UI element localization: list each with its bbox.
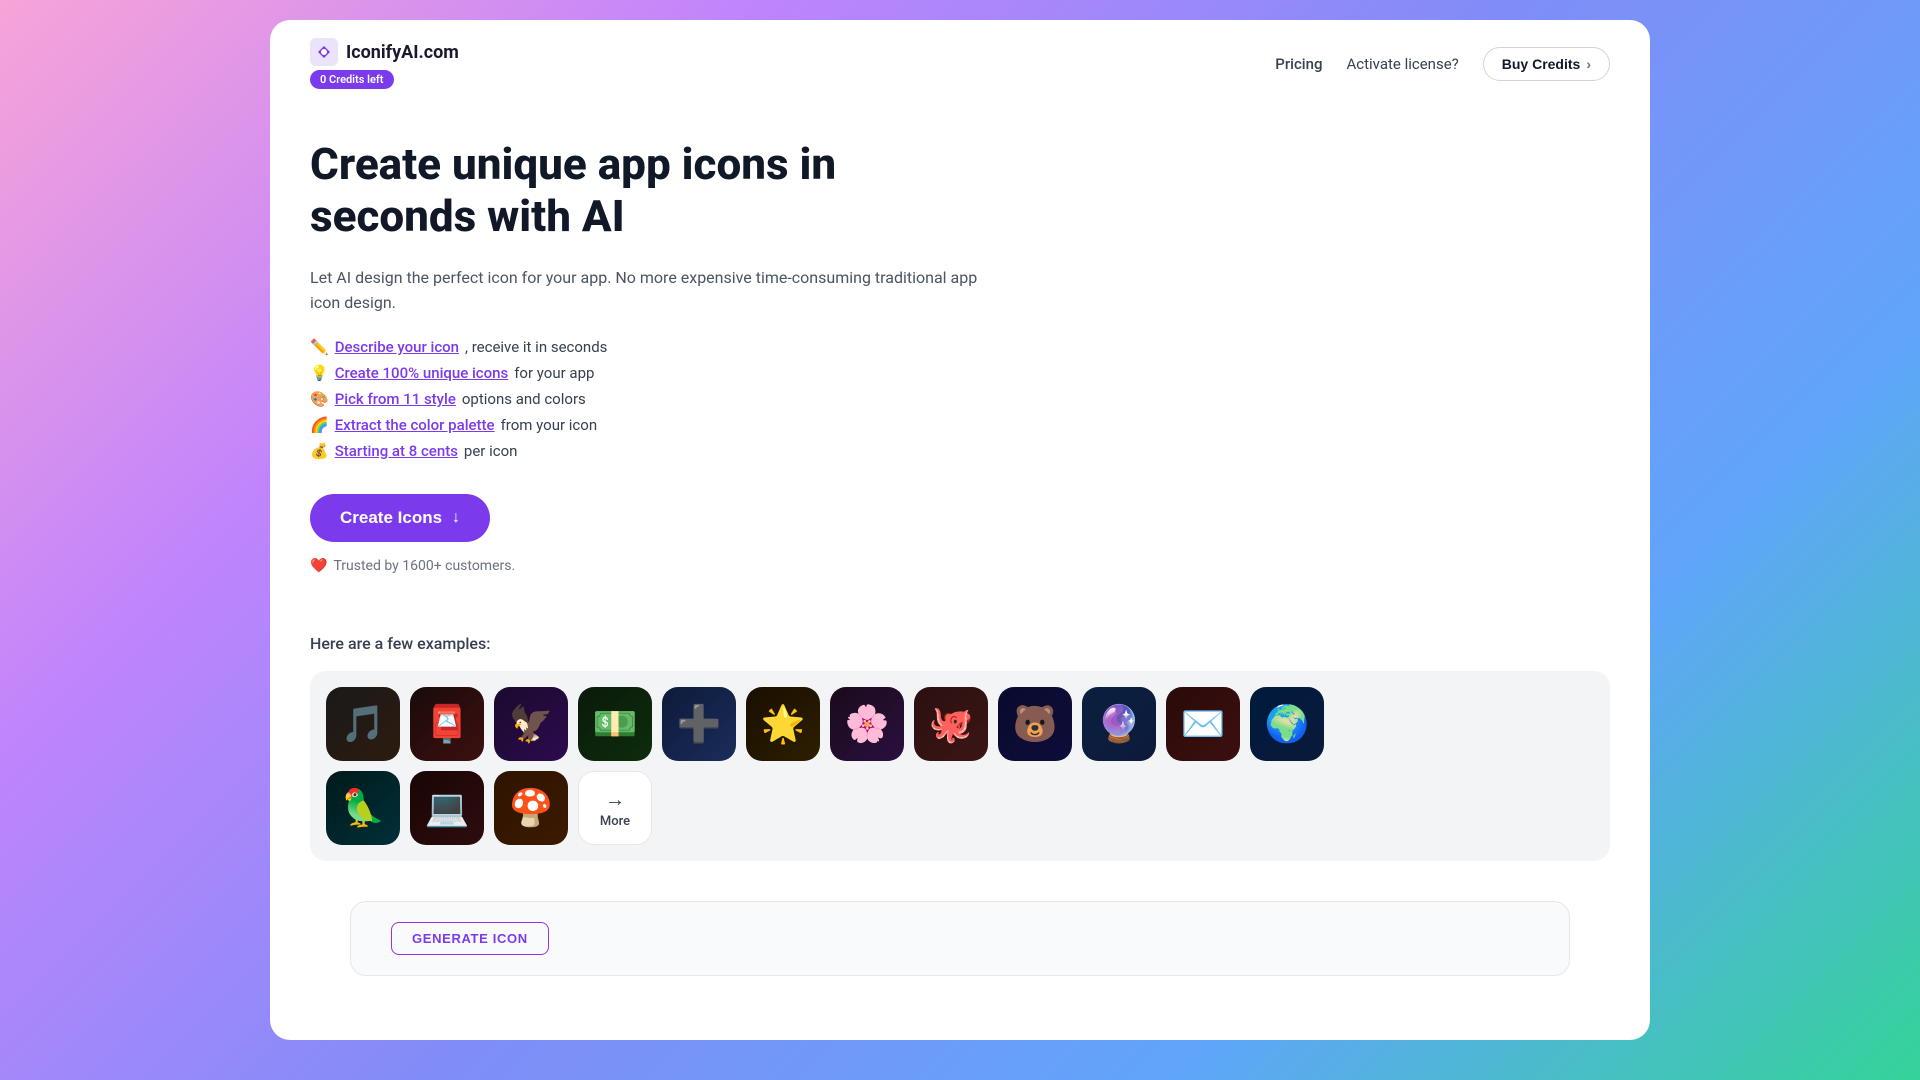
icon-mushroom[interactable]: 🍄 [494,771,568,845]
hero-subtitle: Let AI design the perfect icon for your … [310,265,990,316]
generate-icon-button[interactable]: GENERATE ICON [391,922,549,955]
feature-item-price: 💰 Starting at 8 cents per icon [310,442,990,460]
feature-item-unique: 💡 Create 100% unique icons for your app [310,364,990,382]
icon-bird2[interactable]: 🦜 [326,771,400,845]
more-label: More [600,814,630,829]
feature-item-describe: ✏️ Describe your icon , receive it in se… [310,338,990,356]
create-icons-button[interactable]: Create Icons ↓ [310,494,490,542]
icon-mail[interactable]: ✉️ [1166,687,1240,761]
activate-link[interactable]: Activate license? [1346,55,1458,73]
describe-link[interactable]: Describe your icon [335,338,459,356]
price-link[interactable]: Starting at 8 cents [335,442,458,460]
generate-section-wrap: GENERATE ICON [270,881,1650,996]
icon-bird[interactable]: 🦅 [494,687,568,761]
arrow-down-icon: ↓ [452,509,460,527]
pricing-link[interactable]: Pricing [1275,55,1322,73]
feature-list: ✏️ Describe your icon , receive it in se… [310,338,990,460]
examples-section: Here are a few examples: 🎵 📮 🦅 💵 ➕ 🌟 🌸 🐙… [270,604,1650,881]
examples-title: Here are a few examples: [310,634,1610,653]
style-link[interactable]: Pick from 11 style [335,390,456,408]
main-card: IconifyAI.com 0 Credits left Pricing Act… [270,20,1650,1040]
feature-item-palette: 🌈 Extract the color palette from your ic… [310,416,990,434]
hero-title: Create unique app icons in seconds with … [310,139,990,243]
logo-text: IconifyAI.com [346,42,459,63]
hero-section: Create unique app icons in seconds with … [270,89,1030,604]
icon-money[interactable]: 💵 [578,687,652,761]
heart-icon: ❤️ [310,558,327,574]
unique-link[interactable]: Create 100% unique icons [335,364,509,382]
arrow-right-icon: → [605,787,625,812]
icons-row-1: 🎵 📮 🦅 💵 ➕ 🌟 🌸 🐙 🐻 🔮 ✉️ 🌍 [326,687,1594,761]
icon-stamp[interactable]: 📮 [410,687,484,761]
header: IconifyAI.com 0 Credits left Pricing Act… [270,20,1650,89]
icon-music[interactable]: 🎵 [326,687,400,761]
buy-credits-button[interactable]: Buy Credits › [1483,47,1610,81]
logo-icon [310,38,338,66]
icon-blue-crystal[interactable]: 🔮 [1082,687,1156,761]
trusted-text: ❤️ Trusted by 1600+ customers. [310,558,990,574]
chevron-right-icon: › [1586,56,1591,72]
logo-area: IconifyAI.com 0 Credits left [310,38,459,89]
icons-row-2: 🦜 💻 🍄 → More [326,771,1594,845]
nav-right: Pricing Activate license? Buy Credits › [1275,47,1610,81]
icon-globe[interactable]: 🌍 [1250,687,1324,761]
icon-plus[interactable]: ➕ [662,687,736,761]
icon-orange[interactable]: 🌟 [746,687,820,761]
icon-octopus[interactable]: 🐙 [914,687,988,761]
palette-link[interactable]: Extract the color palette [335,416,495,434]
more-button[interactable]: → More [578,771,652,845]
icon-laptop[interactable]: 💻 [410,771,484,845]
icon-lotus[interactable]: 🌸 [830,687,904,761]
logo-row: IconifyAI.com [310,38,459,66]
icon-bear[interactable]: 🐻 [998,687,1072,761]
generate-section: GENERATE ICON [350,901,1570,976]
credits-badge: 0 Credits left [310,70,394,89]
examples-grid: 🎵 📮 🦅 💵 ➕ 🌟 🌸 🐙 🐻 🔮 ✉️ 🌍 🦜 💻 🍄 → [310,671,1610,861]
feature-item-style: 🎨 Pick from 11 style options and colors [310,390,990,408]
